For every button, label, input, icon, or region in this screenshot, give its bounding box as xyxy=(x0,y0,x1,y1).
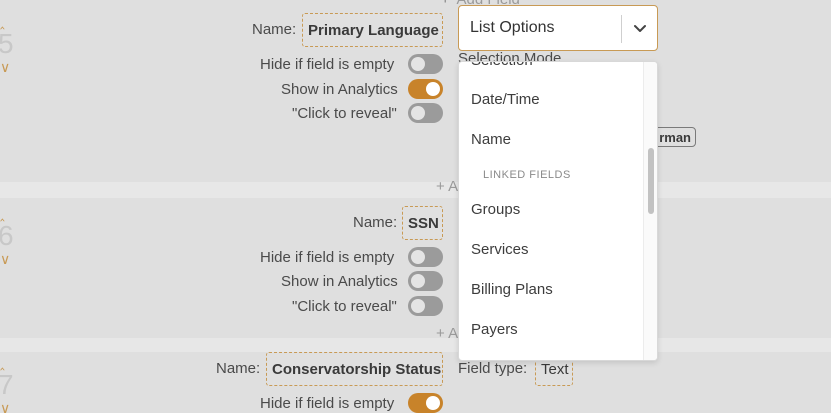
name-field[interactable]: SSN xyxy=(402,206,443,240)
dropdown-option-datetime[interactable]: Date/Time xyxy=(471,91,540,108)
chevron-down-icon[interactable]: ∨ xyxy=(0,60,16,74)
dropdown-group-linked-fields: LINKED FIELDS xyxy=(483,169,571,181)
dropdown-option-services[interactable]: Services xyxy=(471,241,529,258)
toggle-knob xyxy=(411,106,425,120)
hide-if-empty-toggle[interactable] xyxy=(408,393,443,413)
plus-icon: + xyxy=(440,0,451,8)
dropdown-option-billing-plans[interactable]: Billing Plans xyxy=(471,281,553,298)
click-to-reveal-label: "Click to reveal" xyxy=(292,105,397,122)
toggle-knob xyxy=(426,82,440,96)
field-type-dropdown: Selection Date/Time Name LINKED FIELDS G… xyxy=(458,61,658,361)
dropdown-scrollbar-thumb[interactable] xyxy=(648,148,654,214)
hide-if-empty-label: Hide if field is empty xyxy=(260,56,395,73)
chevron-down-icon[interactable] xyxy=(631,19,649,37)
field-type-select[interactable]: List Options xyxy=(458,5,658,51)
toggle-knob xyxy=(411,274,425,288)
add-field-between-6-7[interactable]: + A xyxy=(436,325,458,342)
dropdown-option-name[interactable]: Name xyxy=(471,131,511,148)
row-index: 5 xyxy=(0,28,14,59)
name-label: Name: xyxy=(252,21,297,38)
chevron-down-icon[interactable]: ∨ xyxy=(0,252,16,266)
toggle-knob xyxy=(411,57,425,71)
hide-if-empty-toggle[interactable] xyxy=(408,247,443,267)
dropdown-option-payers[interactable]: Payers xyxy=(471,321,518,338)
show-in-analytics-toggle[interactable] xyxy=(408,79,443,99)
row-5-reorder: ‸ 5 ∨ xyxy=(0,14,16,74)
show-in-analytics-toggle[interactable] xyxy=(408,271,443,291)
chevron-up-icon[interactable]: ‸ xyxy=(0,355,16,369)
add-field-between-5-6[interactable]: + A xyxy=(436,178,458,195)
chevron-up-icon[interactable]: ‸ xyxy=(0,14,16,28)
dropdown-option-groups[interactable]: Groups xyxy=(471,201,520,218)
dropdown-scrollbar[interactable] xyxy=(643,62,657,360)
row-6-reorder: ‸ 6 ∨ xyxy=(0,206,16,266)
hide-if-empty-label: Hide if field is empty xyxy=(260,395,395,412)
click-to-reveal-label: "Click to reveal" xyxy=(292,298,397,315)
hide-if-empty-label: Hide if field is empty xyxy=(260,249,395,266)
add-field-separator: + A xyxy=(436,178,459,195)
row-index: 6 xyxy=(0,220,14,251)
select-value: List Options xyxy=(470,19,555,36)
row-index: 7 xyxy=(0,369,14,400)
name-field[interactable]: Primary Language xyxy=(302,13,443,47)
hide-if-empty-toggle[interactable] xyxy=(408,54,443,74)
name-field[interactable]: Conservatorship Status xyxy=(266,352,443,386)
row-7-reorder: ‸ 7 ∨ xyxy=(0,355,16,413)
chevron-down-icon[interactable]: ∨ xyxy=(0,401,16,413)
click-to-reveal-toggle[interactable] xyxy=(408,296,443,316)
show-in-analytics-label: Show in Analytics xyxy=(281,81,398,98)
dropdown-option-partial[interactable]: Selection xyxy=(471,62,533,69)
field-type-label: Field type: xyxy=(458,360,528,377)
add-field-separator: + A xyxy=(436,325,459,342)
toggle-knob xyxy=(411,250,425,264)
name-label: Name: xyxy=(216,360,261,377)
chevron-up-icon[interactable]: ‸ xyxy=(0,206,16,220)
toggle-knob xyxy=(411,299,425,313)
show-in-analytics-label: Show in Analytics xyxy=(281,273,398,290)
name-label: Name: xyxy=(353,214,398,231)
select-divider xyxy=(621,15,622,43)
toggle-knob xyxy=(426,396,440,410)
click-to-reveal-toggle[interactable] xyxy=(408,103,443,123)
